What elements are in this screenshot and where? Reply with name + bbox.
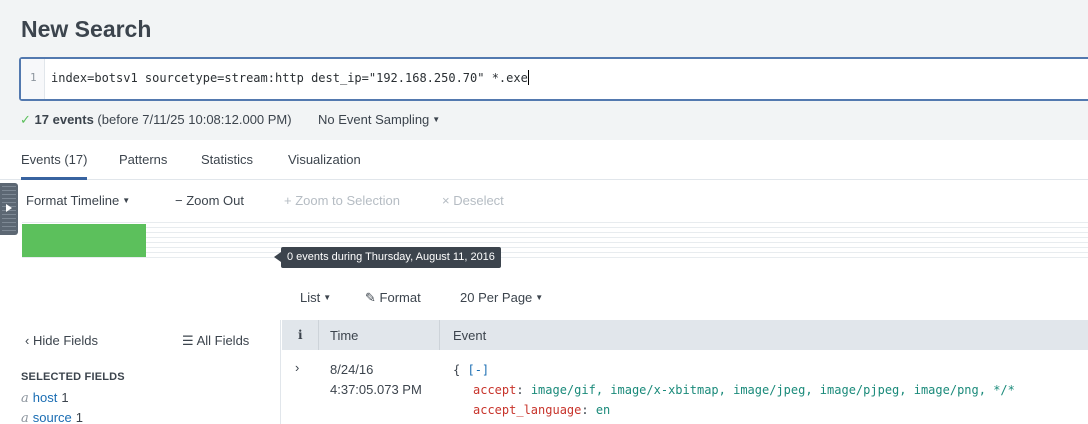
timeline-gridlines xyxy=(22,222,1088,258)
timeline-chart[interactable] xyxy=(22,222,1088,258)
field-count: 1 xyxy=(75,410,84,424)
deselect-label: Deselect xyxy=(453,193,504,208)
json-key[interactable]: accept xyxy=(473,383,516,397)
search-status: ✓ 17 events (before 7/11/25 10:08:12.000… xyxy=(20,112,292,128)
string-type-icon: a xyxy=(21,411,29,424)
timeline-bar[interactable] xyxy=(22,224,146,257)
tab-events[interactable]: Events (17) xyxy=(21,152,88,180)
list-icon: ☰ xyxy=(182,333,194,348)
zoom-out-button[interactable]: − Zoom Out xyxy=(175,193,244,208)
event-date: 8/24/16 xyxy=(330,362,374,377)
caret-down-icon: ▼ xyxy=(122,196,131,205)
string-type-icon: a xyxy=(21,391,29,406)
text-cursor xyxy=(527,70,529,85)
json-value[interactable]: image/gif, image/x-xbitmap, image/jpeg, … xyxy=(531,383,1015,397)
results-tabs: Events (17) Patterns Statistics Visualiz… xyxy=(0,140,1088,180)
search-time: (before 7/11/25 10:08:12.000 PM) xyxy=(97,112,292,127)
hide-fields-button[interactable]: ‹ Hide Fields xyxy=(25,333,98,348)
per-page-dropdown[interactable]: 20 Per Page ▼ xyxy=(460,290,543,305)
tab-visualization[interactable]: Visualization xyxy=(288,152,361,167)
column-divider xyxy=(318,320,319,350)
json-value[interactable]: en xyxy=(596,403,610,417)
hide-fields-label: Hide Fields xyxy=(32,333,98,348)
deselect-button[interactable]: × Deselect xyxy=(442,193,504,208)
plus-icon: + xyxy=(284,193,292,208)
search-query[interactable]: index=botsv1 sourcetype=stream:http dest… xyxy=(51,70,529,85)
minus-icon: − xyxy=(175,193,183,208)
play-icon xyxy=(6,204,12,212)
list-view-dropdown[interactable]: List ▼ xyxy=(300,290,331,305)
search-input[interactable]: 1 index=botsv1 sourcetype=stream:http de… xyxy=(19,57,1088,101)
all-fields-button[interactable]: ☰ All Fields xyxy=(182,333,249,349)
check-icon: ✓ xyxy=(20,112,31,127)
event-column-header: Event xyxy=(453,328,487,343)
close-icon: × xyxy=(442,193,450,208)
timeline-tooltip: 0 events during Thursday, August 11, 201… xyxy=(281,247,501,268)
all-fields-label: All Fields xyxy=(196,333,250,348)
zoom-to-selection-button[interactable]: + Zoom to Selection xyxy=(284,193,400,208)
pencil-icon: ✎ xyxy=(365,290,376,305)
field-item-source[interactable]: a source 1 xyxy=(21,410,83,424)
per-page-label: 20 Per Page xyxy=(460,290,533,305)
sidebar-toggle-handle[interactable] xyxy=(0,183,18,235)
field-name: source xyxy=(32,410,72,424)
events-table-header: i Time Event xyxy=(282,320,1088,350)
format-button[interactable]: ✎ Format xyxy=(365,290,421,306)
tab-statistics[interactable]: Statistics xyxy=(201,152,253,167)
format-label: Format xyxy=(379,290,421,305)
event-time: 8/24/16 4:37:05.073 PM xyxy=(330,360,422,400)
search-query-text: index=botsv1 sourcetype=stream:http dest… xyxy=(51,71,528,85)
line-gutter: 1 xyxy=(21,59,45,99)
list-label: List xyxy=(300,290,321,305)
zoom-selection-label: Zoom to Selection xyxy=(295,193,400,208)
caret-down-icon: ▼ xyxy=(535,293,544,302)
caret-down-icon: ▼ xyxy=(323,293,332,302)
sampling-label: No Event Sampling xyxy=(318,112,430,127)
field-item-host[interactable]: a host 1 xyxy=(21,390,69,406)
caret-down-icon: ▼ xyxy=(432,115,441,124)
event-count: 17 events xyxy=(34,112,94,127)
column-divider xyxy=(439,320,440,350)
info-column-icon: i xyxy=(298,328,303,342)
json-key[interactable]: accept_language xyxy=(473,403,581,417)
time-column-header[interactable]: Time xyxy=(330,328,358,343)
page-title: New Search xyxy=(21,16,152,42)
format-timeline-button[interactable]: Format Timeline ▼ xyxy=(26,193,130,208)
expand-row-icon[interactable]: › xyxy=(295,360,299,375)
field-name: host xyxy=(32,390,58,405)
zoom-out-label: Zoom Out xyxy=(186,193,245,208)
tab-patterns[interactable]: Patterns xyxy=(119,152,167,167)
event-timestamp: 4:37:05.073 PM xyxy=(330,382,422,397)
tooltip-arrow xyxy=(274,252,281,262)
chevron-left-icon: ‹ xyxy=(25,333,30,348)
selected-fields-header: SELECTED FIELDS xyxy=(21,371,125,383)
field-count: 1 xyxy=(61,390,69,405)
json-collapse-toggle[interactable]: [-] xyxy=(467,363,489,377)
line-number: 1 xyxy=(30,71,37,84)
event-body: { [-] accept: image/gif, image/x-xbitmap… xyxy=(453,363,1015,417)
event-sampling-dropdown[interactable]: No Event Sampling ▼ xyxy=(318,112,440,127)
json-open-brace: { xyxy=(453,363,461,377)
format-timeline-label: Format Timeline xyxy=(26,193,120,208)
